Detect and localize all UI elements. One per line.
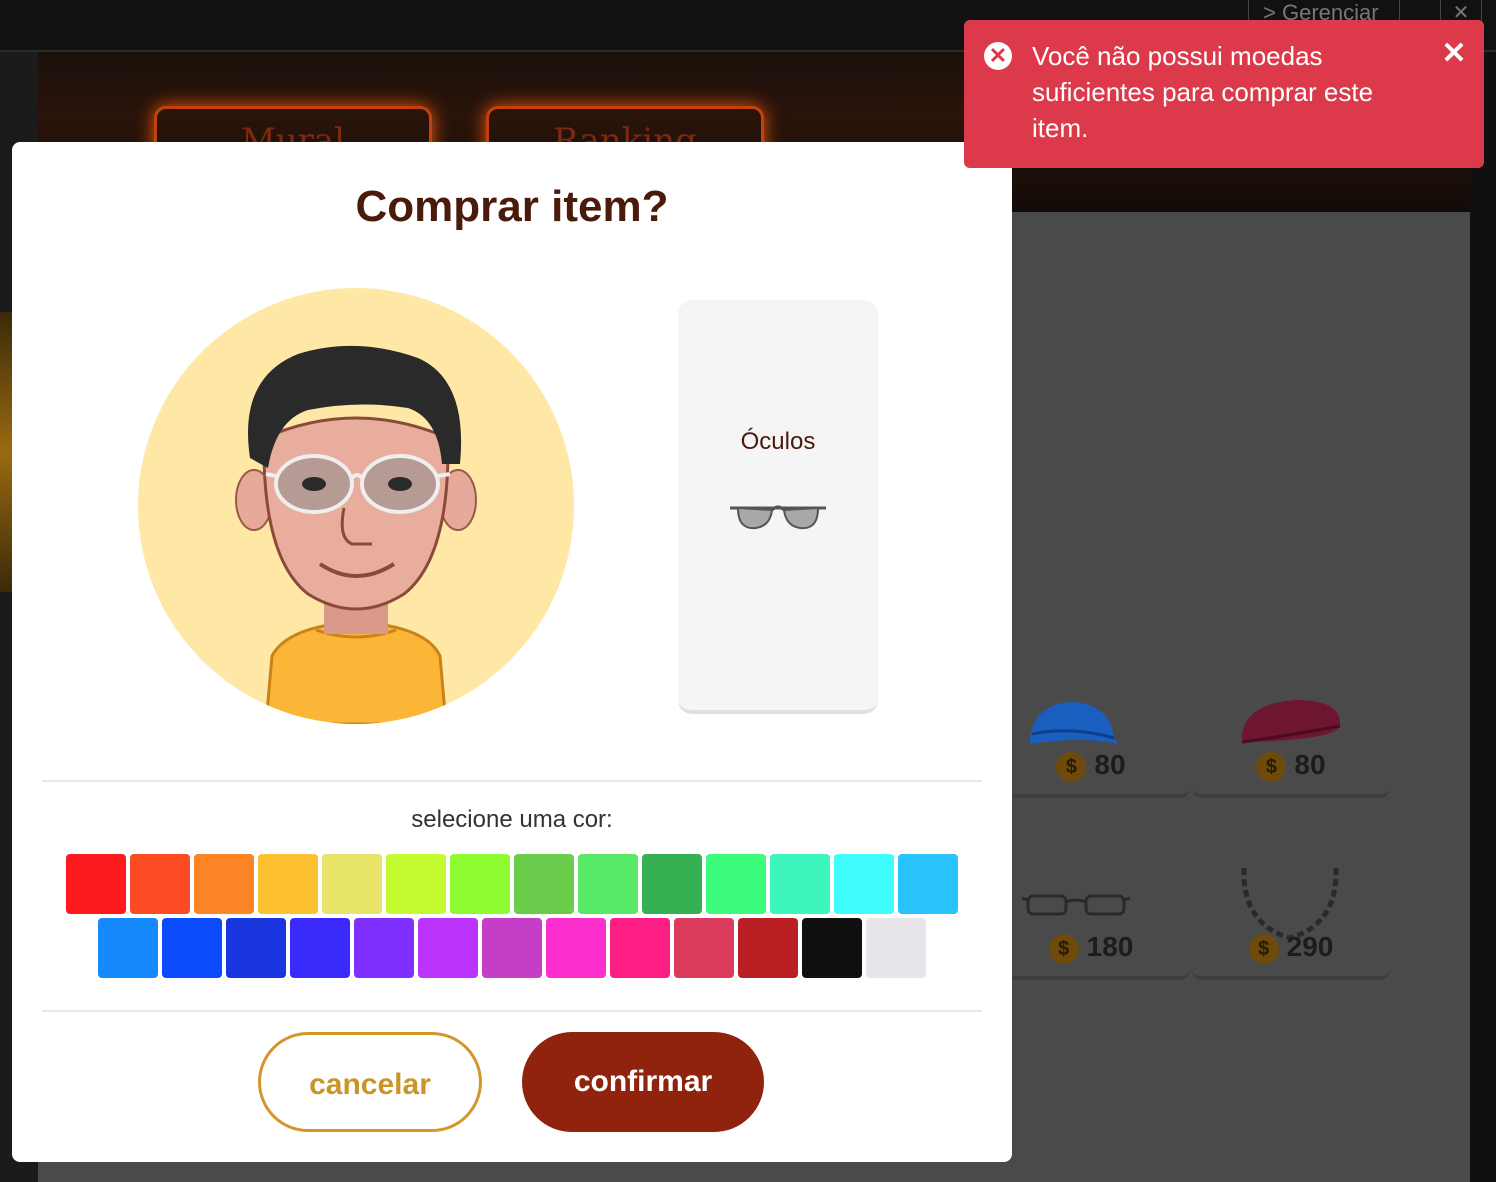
coin-icon: $	[1248, 934, 1279, 964]
color-swatch[interactable]	[162, 918, 222, 978]
color-swatch[interactable]	[258, 854, 318, 914]
glasses-icon	[1022, 894, 1131, 916]
color-swatch[interactable]	[450, 854, 510, 914]
coin-icon: $	[1048, 934, 1079, 964]
shop-item-beret[interactable]: $80	[1192, 666, 1390, 798]
cap-icon	[1030, 702, 1118, 744]
price-label: $80	[992, 749, 1190, 782]
sunglasses-icon	[730, 505, 826, 530]
color-swatch[interactable]	[98, 918, 158, 978]
avatar-preview	[138, 288, 574, 724]
price-label: $80	[1192, 749, 1390, 782]
color-swatch[interactable]	[514, 854, 574, 914]
color-swatch[interactable]	[290, 918, 350, 978]
color-swatch[interactable]	[706, 854, 766, 914]
color-swatch[interactable]	[866, 918, 926, 978]
color-swatch[interactable]	[834, 854, 894, 914]
color-swatch[interactable]	[354, 918, 414, 978]
color-swatch[interactable]	[802, 918, 862, 978]
color-swatch[interactable]	[642, 854, 702, 914]
shop-item-chain-necklace[interactable]: $290	[1192, 848, 1390, 980]
color-swatch[interactable]	[738, 918, 798, 978]
color-swatch[interactable]	[674, 918, 734, 978]
error-toast: ✕ Você não possui moedas suficientes par…	[964, 20, 1484, 168]
item-card: Óculos	[678, 300, 878, 714]
color-swatch[interactable]	[386, 854, 446, 914]
close-icon[interactable]: ✕	[1438, 38, 1470, 70]
color-swatches-row-1	[66, 854, 958, 914]
price-label: $290	[1192, 931, 1390, 964]
color-swatches-row-2	[98, 918, 926, 978]
divider	[42, 780, 982, 782]
color-swatch[interactable]	[194, 854, 254, 914]
error-icon: ✕	[984, 42, 1012, 70]
coin-icon: $	[1256, 752, 1287, 782]
sidebar-glow	[0, 312, 12, 592]
color-swatch[interactable]	[226, 918, 286, 978]
beret-icon	[1241, 700, 1341, 744]
color-swatch[interactable]	[66, 854, 126, 914]
cancel-button[interactable]: cancelar	[258, 1032, 482, 1132]
price-value: 80	[1094, 749, 1126, 781]
coin-icon: $	[1056, 752, 1087, 782]
price-value: 290	[1286, 931, 1334, 963]
shop-item-blue-cap[interactable]: $80	[992, 666, 1190, 798]
confirm-button[interactable]: confirmar	[522, 1032, 764, 1132]
price-label: $180	[992, 931, 1190, 964]
modal-title: Comprar item?	[355, 182, 669, 231]
price-value: 80	[1294, 749, 1326, 781]
shop-item-glasses[interactable]: $180	[992, 848, 1190, 980]
item-name: Óculos	[740, 428, 816, 455]
avatar-image	[235, 345, 477, 724]
color-swatch[interactable]	[418, 918, 478, 978]
color-swatch[interactable]	[546, 918, 606, 978]
toast-message: Você não possui moedas suficientes para …	[1032, 41, 1374, 143]
color-swatch[interactable]	[322, 854, 382, 914]
price-value: 180	[1086, 931, 1134, 963]
color-swatch[interactable]	[770, 854, 830, 914]
color-swatch[interactable]	[610, 918, 670, 978]
color-swatch[interactable]	[578, 854, 638, 914]
color-swatch[interactable]	[482, 918, 542, 978]
divider	[42, 1010, 982, 1012]
color-swatch[interactable]	[130, 854, 190, 914]
color-swatch[interactable]	[898, 854, 958, 914]
color-select-label: selecione uma cor:	[411, 806, 613, 833]
purchase-modal: Comprar item? Óculos selecione uma cor: …	[12, 142, 1012, 1162]
